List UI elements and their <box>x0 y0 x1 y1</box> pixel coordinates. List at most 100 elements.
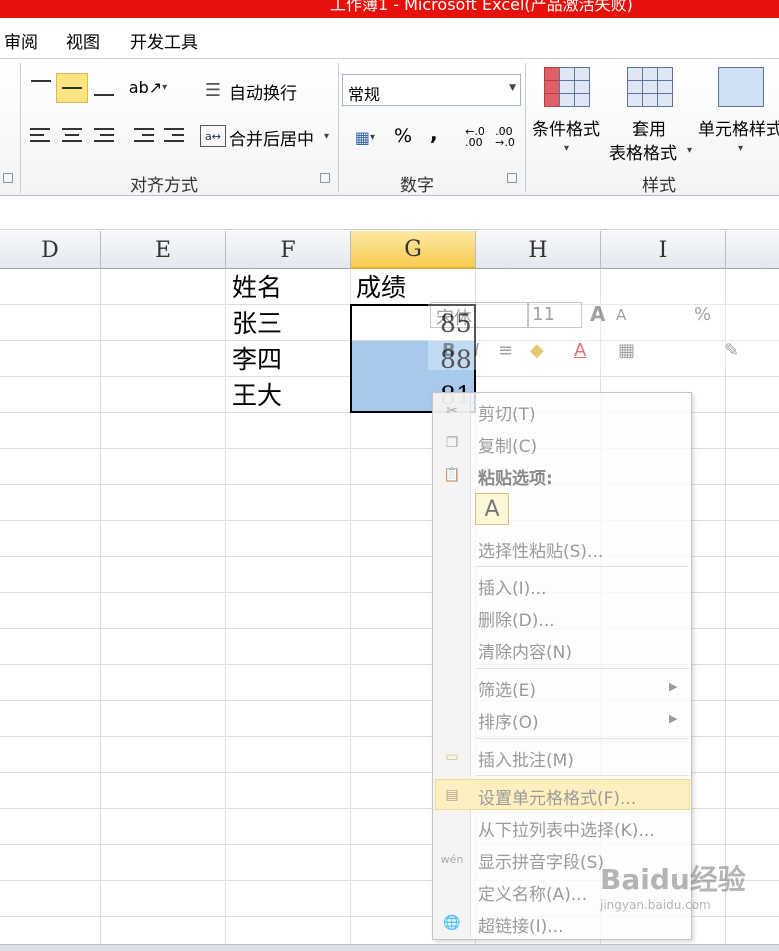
font-color-icon[interactable]: A <box>574 340 586 361</box>
shrink-font-icon[interactable]: A <box>616 306 626 324</box>
paste-values-button[interactable]: A <box>475 493 509 525</box>
column-header-f[interactable]: F <box>226 231 351 269</box>
percent-icon[interactable]: % <box>694 304 711 325</box>
increase-decimal-button[interactable]: ←.0.00 <box>462 123 488 151</box>
format-as-table-line1[interactable]: 套用 <box>632 115 666 140</box>
menu-item-format-cells[interactable]: 设置单元格格式(F)... <box>478 784 636 809</box>
mini-font-name: 宋体 <box>436 308 472 329</box>
cell-styles-button[interactable]: 单元格样式 <box>698 115 779 140</box>
column-header-g[interactable]: G <box>351 231 476 269</box>
format-as-table-icon <box>627 67 673 107</box>
format-painter-icon[interactable]: ✎ <box>724 340 739 361</box>
italic-icon[interactable]: I <box>474 340 479 361</box>
column-header-d[interactable]: D <box>0 231 101 269</box>
cell-f1[interactable]: 姓名 <box>232 270 282 306</box>
comma-button[interactable]: , <box>430 121 438 145</box>
bold-icon[interactable]: B <box>442 340 456 361</box>
merge-center-button[interactable]: 合并后居中 <box>229 125 314 150</box>
column-header-h[interactable]: H <box>476 231 601 269</box>
format-as-table-button[interactable]: 表格格式 <box>609 139 677 164</box>
watermark-logo: Baidu经验 <box>600 863 746 896</box>
clipboard-icon: 📋 <box>443 467 461 483</box>
menu-item-insert[interactable]: 插入(I)... <box>478 574 547 599</box>
increase-indent-button[interactable] <box>160 121 188 149</box>
menu-item-pick-from-list[interactable]: 从下拉列表中选择(K)... <box>478 816 655 841</box>
decrease-decimal-button[interactable]: .00 →.0 <box>492 123 518 151</box>
tab-developer[interactable]: 开发工具 <box>130 28 198 53</box>
menu-item-cut[interactable]: 剪切(T) <box>478 400 536 425</box>
align-top-button[interactable] <box>27 73 55 101</box>
menu-item-filter[interactable]: 筛选(E) <box>478 676 536 701</box>
group-divider <box>338 63 339 193</box>
window-title: 工作簿1 - Microsoft Excel(产品激活失败) <box>330 0 633 14</box>
menu-item-copy[interactable]: 复制(C) <box>478 432 537 457</box>
borders-icon[interactable]: ▦ <box>618 340 635 361</box>
mini-toolbar: 宋体 11 A A % B I ≡ ◆ A ▦ ✎ <box>428 298 779 370</box>
grid-line <box>725 269 726 951</box>
column-headers: D E F G H I <box>0 231 779 269</box>
cell-g1[interactable]: 成绩 <box>356 270 406 306</box>
chevron-down-icon: ▾ <box>370 131 376 143</box>
number-format-select[interactable]: 常规 ▼ <box>342 74 521 106</box>
cell-f3[interactable]: 李四 <box>232 342 282 378</box>
menu-item-sort[interactable]: 排序(O) <box>478 708 539 733</box>
alignment-launcher-icon[interactable] <box>320 173 330 183</box>
tab-review[interactable]: 审阅 <box>4 28 38 53</box>
menu-separator <box>475 738 689 739</box>
align-middle-icon <box>62 81 82 95</box>
chevron-down-icon: ▼ <box>509 83 516 93</box>
title-bar: 工作簿1 - Microsoft Excel(产品激活失败) <box>0 0 779 18</box>
column-header-e[interactable]: E <box>101 231 226 269</box>
horizontal-scrollbar[interactable] <box>0 944 779 951</box>
grow-font-icon[interactable]: A <box>590 302 605 326</box>
decrease-indent-icon <box>134 128 154 142</box>
menu-item-phonetic[interactable]: 显示拼音字段(S) <box>478 848 604 873</box>
merge-center-icon: a↔ <box>200 125 226 147</box>
chevron-down-icon[interactable]: ▾ <box>687 145 692 156</box>
align-middle-button[interactable] <box>56 73 88 103</box>
align-center-icon <box>62 128 82 142</box>
menu-item-paste-special[interactable]: 选择性粘贴(S)... <box>478 537 603 562</box>
menu-separator <box>475 775 689 776</box>
formula-bar[interactable] <box>0 197 779 230</box>
alignment-group-label: 对齐方式 <box>130 176 198 196</box>
cell-f4[interactable]: 王大 <box>232 378 282 414</box>
align-top-icon <box>31 80 51 94</box>
align-right-button[interactable] <box>90 121 118 149</box>
percent-button[interactable]: % <box>394 125 412 147</box>
group-divider <box>525 63 526 193</box>
wrap-text-button[interactable]: 自动换行 <box>229 79 297 104</box>
chevron-down-icon[interactable]: ▾ <box>738 143 743 154</box>
currency-button[interactable]: ▦ ▾ <box>346 123 384 151</box>
ribbon-tabs: 审阅 视图 开发工具 <box>0 18 779 58</box>
group-divider <box>20 63 21 193</box>
increase-decimal-icon: ←.0.00 <box>465 125 485 149</box>
column-header-i[interactable]: I <box>601 231 726 269</box>
align-bottom-button[interactable] <box>90 75 118 103</box>
chevron-down-icon[interactable]: ▾ <box>324 131 329 142</box>
styles-group-label: 样式 <box>642 176 676 196</box>
conditional-format-button[interactable]: 条件格式 <box>532 115 600 140</box>
font-launcher-icon[interactable] <box>3 173 13 183</box>
menu-separator <box>475 566 689 567</box>
menu-item-define-name[interactable]: 定义名称(A)... <box>478 880 587 905</box>
orientation-button[interactable]: ab↗ ▾ <box>128 73 168 101</box>
align-left-button[interactable] <box>26 121 54 149</box>
cell-f2[interactable]: 张三 <box>232 306 282 342</box>
menu-item-hyperlink[interactable]: 超链接(I)... <box>478 912 564 937</box>
decrease-indent-button[interactable] <box>130 121 158 149</box>
submenu-arrow-icon: ▶ <box>669 712 678 725</box>
chevron-down-icon[interactable]: ▾ <box>564 143 569 154</box>
phonetic-icon: wén <box>440 852 464 866</box>
conditional-format-icon <box>544 67 590 107</box>
number-format-value: 常规 <box>348 85 381 104</box>
align-center-button[interactable] <box>58 121 86 149</box>
paste-options-header: 粘贴选项: <box>478 469 553 489</box>
align-icon[interactable]: ≡ <box>498 340 513 361</box>
tab-view[interactable]: 视图 <box>66 28 100 53</box>
fill-color-icon[interactable]: ◆ <box>530 340 544 361</box>
menu-item-clear[interactable]: 清除内容(N) <box>478 638 572 663</box>
menu-item-delete[interactable]: 删除(D)... <box>478 606 555 631</box>
number-launcher-icon[interactable] <box>507 173 517 183</box>
menu-item-insert-comment[interactable]: 插入批注(M) <box>478 746 574 771</box>
